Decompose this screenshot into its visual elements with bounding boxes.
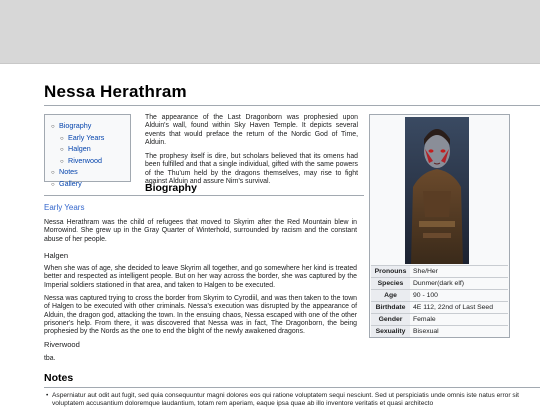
- portrait-image: [405, 117, 469, 264]
- toc-item-notes[interactable]: ○ Notes: [51, 167, 104, 179]
- halgen-text: When she was of age, she decided to leav…: [44, 265, 357, 289]
- infobox-row-gender: Gender Female: [371, 313, 508, 326]
- page-title: Nessa Herathram: [44, 82, 187, 101]
- toc-item-halgen[interactable]: ○ Halgen: [51, 144, 104, 156]
- subsection-heading-early-years: Early Years: [44, 203, 85, 212]
- notes-item: Asperniatur aut odit aut fugit, sed quia…: [46, 392, 532, 408]
- subsection-heading-halgen: Halgen: [44, 251, 69, 260]
- notes-list: Asperniatur aut odit aut fugit, sed quia…: [46, 392, 532, 408]
- table-of-contents: ○ Biography ○ Early Years ○ Halgen ○ Riverwo…: [44, 114, 131, 188]
- notes-divider: [44, 387, 540, 388]
- section-heading-biography: Biography: [145, 182, 197, 194]
- toc-item-gallery[interactable]: ○ Gallery: [51, 179, 104, 191]
- toc-item-riverwood[interactable]: ○ Riverwood: [51, 156, 104, 168]
- infobox-table: Pronouns She/Her Species Dunmer(dark elf) …: [371, 265, 508, 337]
- toc-item-early-years[interactable]: ○ Early Years: [51, 133, 104, 145]
- biography-divider: [44, 195, 364, 196]
- infobox-row-species: Species Dunmer(dark elf): [371, 277, 508, 290]
- infobox-row-sexuality: Sexuality Bisexual: [371, 325, 508, 337]
- intro-paragraph: The appearance of the Last Dragonborn wa…: [145, 114, 358, 146]
- subsection-heading-riverwood: Riverwood: [44, 340, 80, 349]
- site-header-bar: [0, 0, 540, 63]
- toc-item-biography[interactable]: ○ Biography: [51, 121, 104, 133]
- infobox-row-pronouns: Pronouns She/Her: [371, 265, 508, 278]
- infobox-row-birthdate: Birthdate 4E 112, 22nd of Last Seed: [371, 301, 508, 314]
- riverwood-text: tba.: [44, 355, 56, 362]
- early-years-text: Nessa Herathram was the child of refugee…: [44, 219, 357, 243]
- character-portrait[interactable]: [405, 117, 469, 264]
- character-infobox: Pronouns She/Her Species Dunmer(dark elf) …: [369, 114, 510, 338]
- section-heading-notes: Notes: [44, 372, 74, 384]
- halgen-text: Nessa was captured trying to cross the b…: [44, 295, 357, 336]
- infobox-row-age: Age 90 - 100: [371, 289, 508, 302]
- intro-text: The appearance of the Last Dragonborn wa…: [145, 114, 358, 192]
- title-divider: [44, 105, 540, 106]
